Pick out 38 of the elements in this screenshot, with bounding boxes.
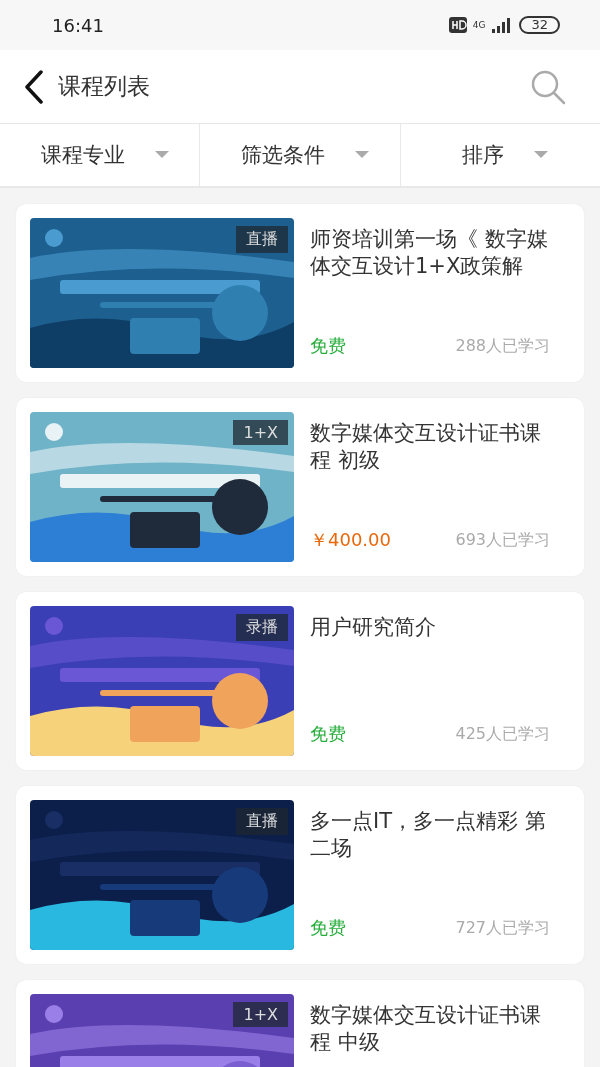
course-type-badge: 1+X: [233, 1002, 288, 1027]
course-title: 用户研究简介: [310, 614, 437, 641]
course-type-badge: 直播: [236, 808, 288, 835]
caret-icon: [154, 151, 169, 159]
course-card[interactable]: 1+X 数字媒体交互设计证书课程 初级 ￥400.00 693人已学习: [16, 398, 584, 576]
course-card[interactable]: 录播 用户研究简介 免费 425人已学习: [16, 592, 584, 770]
back-icon[interactable]: [24, 69, 44, 104]
filter-dropdown[interactable]: 筛选条件: [200, 124, 401, 186]
learner-count: 727人已学习: [455, 917, 550, 939]
caret-icon: [534, 151, 549, 159]
filter-dropdown[interactable]: 课程专业: [0, 124, 201, 186]
course-type-badge: 1+X: [233, 420, 288, 445]
course-card[interactable]: 直播 师资培训第一场《 数字媒体交互设计1+X政策解 免费 288人已学习: [16, 204, 584, 382]
page-title: 课程列表: [58, 72, 151, 101]
learner-count: 425人已学习: [455, 723, 550, 745]
course-title: 数字媒体交互设计证书课程 中级: [310, 1002, 542, 1056]
course-type-badge: 录播: [236, 614, 288, 641]
battery-indicator: 32: [519, 16, 560, 34]
filter-label: 课程专业: [40, 142, 125, 169]
course-title: 数字媒体交互设计证书课程 初级: [310, 420, 542, 474]
filter-label: 筛选条件: [241, 142, 325, 169]
filter-label: 排序: [462, 142, 505, 169]
learner-count: 693人已学习: [455, 529, 550, 551]
course-price: 免费: [310, 334, 346, 358]
course-title: 师资培训第一场《 数字媒体交互设计1+X政策解: [310, 226, 549, 280]
course-price: ￥400.00: [310, 528, 391, 552]
filter-dropdown[interactable]: 排序: [400, 124, 600, 186]
course-card[interactable]: 直播 多一点IT，多一点精彩 第二场 免费 727人已学习: [16, 786, 584, 964]
course-type-badge: 直播: [236, 226, 288, 253]
hd-icon: [448, 17, 467, 33]
course-title: 多一点IT，多一点精彩 第二场: [310, 808, 547, 862]
caret-icon: [355, 151, 369, 159]
status-time: 16:41: [52, 14, 104, 36]
learner-count: 288人已学习: [455, 335, 550, 357]
course-card[interactable]: 1+X 数字媒体交互设计证书课程 中级: [16, 980, 584, 1067]
network-label: 4G: [472, 20, 486, 30]
course-price: 免费: [310, 722, 346, 746]
course-price: 免费: [310, 916, 346, 940]
